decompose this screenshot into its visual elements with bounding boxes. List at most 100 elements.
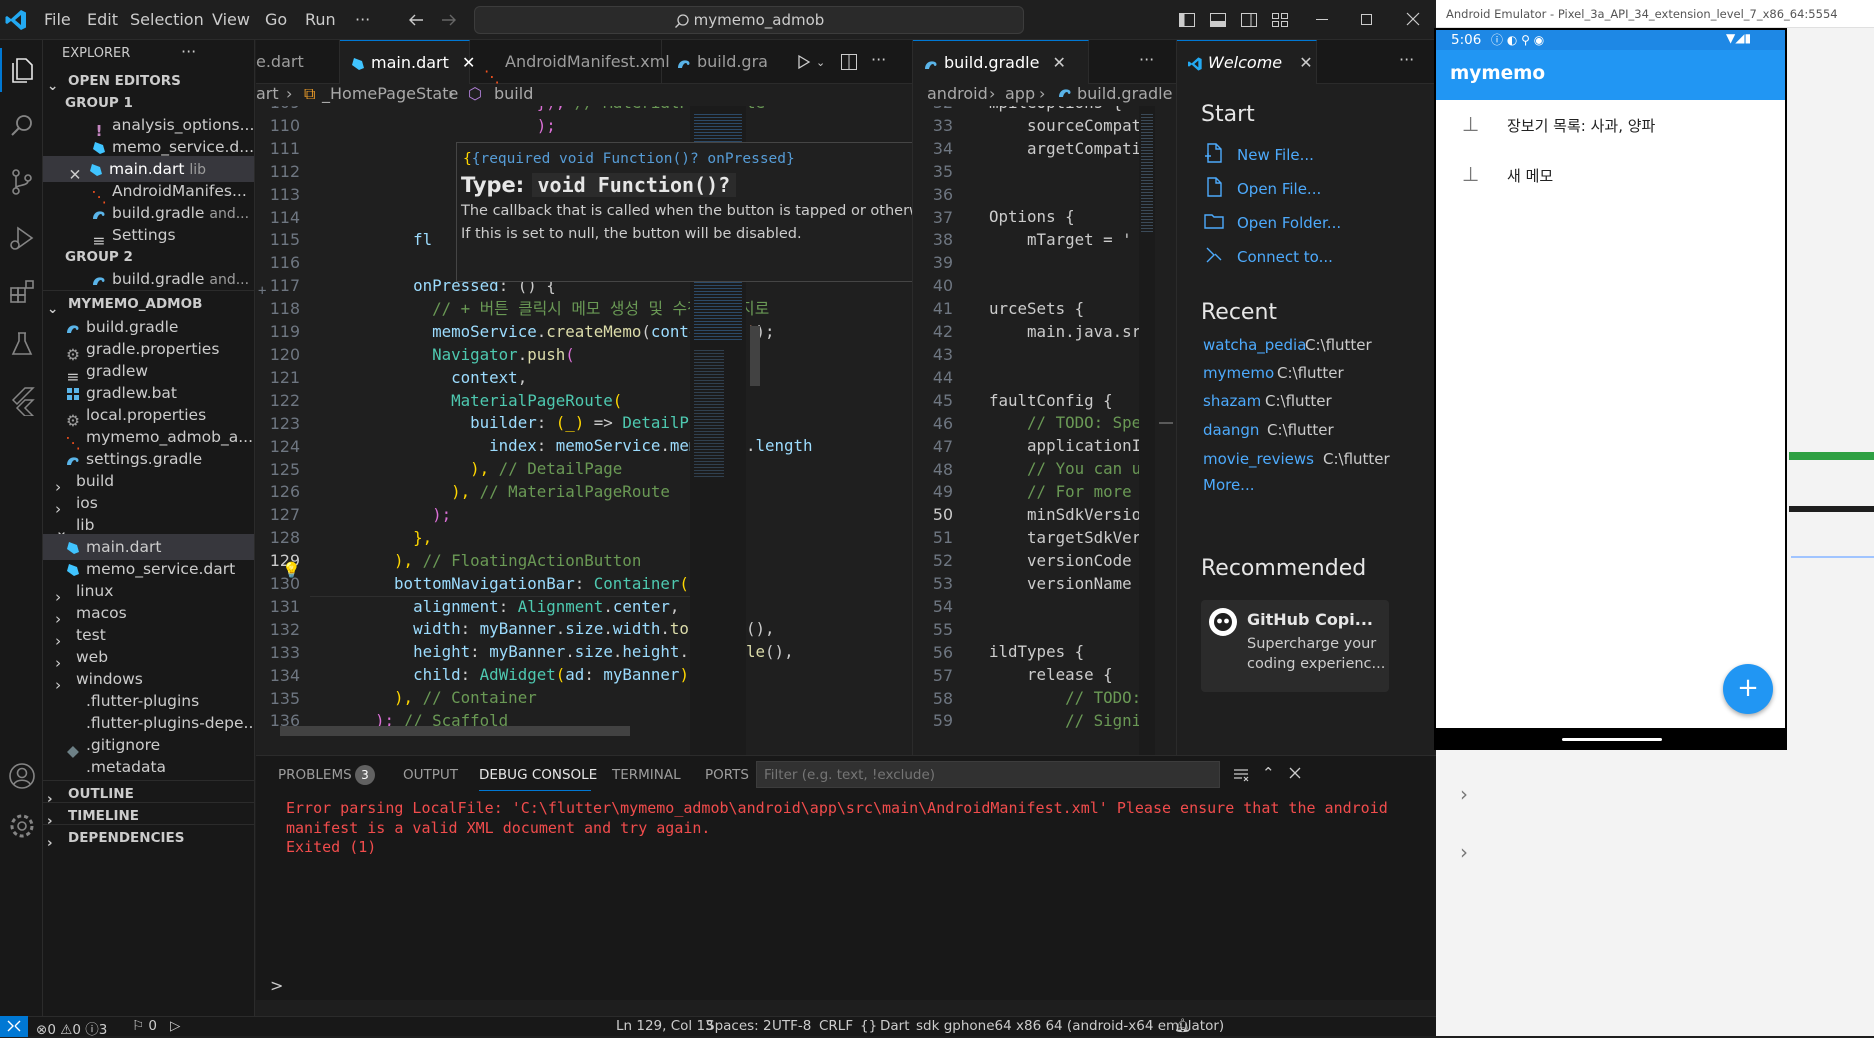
- home-gesture-handle[interactable]: [1562, 738, 1662, 741]
- customize-layout-icon[interactable]: [1271, 11, 1289, 29]
- lightbulb-icon[interactable]: 💡: [282, 561, 301, 579]
- maximize-panel-icon[interactable]: ⌃: [1262, 764, 1275, 782]
- close-window-icon[interactable]: [1405, 11, 1421, 27]
- menu-view[interactable]: View: [212, 10, 250, 29]
- search-icon[interactable]: [6, 110, 38, 142]
- more-actions-icon[interactable]: ···: [1399, 50, 1414, 69]
- menu-go[interactable]: Go: [265, 10, 287, 29]
- file-item[interactable]: .metadata: [43, 754, 254, 780]
- panel-tab-ports[interactable]: PORTS: [705, 767, 749, 783]
- panel-tab-output[interactable]: OUTPUT: [403, 767, 458, 783]
- tab-main-dart[interactable]: main.dart ✕: [340, 40, 475, 84]
- tab-android-manifest[interactable]: ⋱ AndroidManifest.xml: [470, 40, 670, 86]
- horizontal-scrollbar[interactable]: [280, 726, 630, 736]
- tab-build-gradle[interactable]: build.gra: [662, 40, 786, 84]
- notifications-bell-icon[interactable]: 🔔︎: [1174, 1018, 1191, 1034]
- clear-console-icon[interactable]: [1232, 766, 1250, 784]
- cursor-position[interactable]: Ln 129, Col 13: [616, 1018, 714, 1034]
- panel-tab-problems[interactable]: PROBLEMS: [278, 767, 352, 783]
- memo-list-item[interactable]: ⊥ 새 메모: [1436, 150, 1785, 200]
- more-actions-icon[interactable]: ···: [871, 50, 886, 69]
- open-folder-link[interactable]: Open Folder...: [1237, 214, 1341, 232]
- language-mode[interactable]: Dart: [880, 1018, 910, 1034]
- menu-edit[interactable]: Edit: [87, 10, 118, 29]
- recent-item-link[interactable]: watcha_pedia: [1203, 336, 1306, 354]
- encoding[interactable]: UTF-8: [772, 1018, 811, 1034]
- forward-arrow-icon[interactable]: [440, 11, 458, 29]
- add-memo-fab[interactable]: +: [1723, 664, 1773, 714]
- chevron-right-icon[interactable]: ›: [1460, 782, 1468, 806]
- menu-selection[interactable]: Selection: [130, 10, 204, 29]
- more-actions-icon[interactable]: ···: [1139, 50, 1154, 69]
- accounts-icon[interactable]: [6, 760, 38, 792]
- problems-status[interactable]: ⊗0 ⚠0 ⓘ3: [36, 1018, 107, 1038]
- open-editor-item[interactable]: build.gradle and...: [43, 266, 254, 292]
- source-control-icon[interactable]: [6, 166, 38, 198]
- chevron-right-icon[interactable]: ›: [1460, 840, 1468, 864]
- toggle-secondary-sidebar-icon[interactable]: [1240, 11, 1258, 29]
- toggle-sidebar-icon[interactable]: [1178, 11, 1196, 29]
- github-copilot-card[interactable]: GitHub Copi... Supercharge your coding e…: [1201, 600, 1389, 692]
- maximize-icon[interactable]: [1361, 14, 1372, 25]
- close-icon[interactable]: ✕: [67, 162, 83, 184]
- flutter-icon[interactable]: [6, 384, 38, 416]
- new-file-link[interactable]: New File...: [1237, 146, 1314, 164]
- tab-build-gradle-2[interactable]: build.gradle ✕: [913, 40, 1089, 84]
- tab-memo-service[interactable]: e.dart: [256, 40, 340, 84]
- minimize-icon[interactable]: [1316, 19, 1328, 20]
- dependencies-header[interactable]: › DEPENDENCIES: [43, 824, 254, 851]
- pin-icon[interactable]: ⊥: [1462, 112, 1479, 136]
- recent-item-link[interactable]: mymemo: [1203, 364, 1274, 382]
- recent-item-link[interactable]: shazam: [1203, 392, 1261, 410]
- menu-more[interactable]: ···: [355, 10, 370, 29]
- breadcrumb-item[interactable]: build: [494, 84, 533, 103]
- open-file-link[interactable]: Open File...: [1237, 180, 1321, 198]
- phone-screen[interactable]: 5:06 ⓘ ◐ ⚲ ◉ ▼◢▮ mymemo ⊥ 장보기 목록: 사과, 양파…: [1434, 28, 1787, 750]
- line-number: 58: [932, 688, 953, 708]
- pin-icon[interactable]: ⊥: [1462, 162, 1479, 186]
- remote-indicator[interactable]: [0, 1016, 28, 1037]
- minimap[interactable]: [1139, 106, 1155, 755]
- panel-tab-terminal[interactable]: TERMINAL: [612, 767, 681, 783]
- explorer-files-icon[interactable]: [6, 54, 38, 86]
- run-play-icon[interactable]: [796, 54, 812, 70]
- project-header[interactable]: ⌄ MYMEMO_ADMOB: [43, 290, 254, 317]
- debug-run-icon[interactable]: ▷: [170, 1018, 180, 1034]
- fold-plus-marker[interactable]: +: [258, 283, 266, 299]
- build-gradle-editor[interactable]: 3233 34 35 36 37 38 39 40 41 4243 44 45 46 47 48 49 50 51…: [912, 106, 1176, 755]
- panel-tab-debug-console[interactable]: DEBUG CONSOLE: [479, 767, 597, 783]
- tab-close-icon[interactable]: ✕: [1053, 53, 1066, 72]
- breadcrumb-item[interactable]: build.gradle: [1077, 84, 1172, 103]
- testing-flask-icon[interactable]: [6, 328, 38, 360]
- settings-gear-icon[interactable]: [6, 810, 38, 842]
- tab-close-icon[interactable]: ✕: [1299, 53, 1312, 72]
- run-debug-icon[interactable]: [6, 222, 38, 254]
- tab-welcome[interactable]: Welcome ✕: [1177, 40, 1317, 84]
- memo-list-item[interactable]: ⊥ 장보기 목록: 사과, 양파: [1436, 100, 1785, 150]
- recent-item-link[interactable]: movie_reviews: [1203, 450, 1314, 468]
- line-ending[interactable]: CRLF: [819, 1018, 853, 1034]
- menu-file[interactable]: File: [44, 10, 71, 29]
- menu-run[interactable]: Run: [305, 10, 336, 29]
- command-center[interactable]: mymemo_admob: [474, 6, 1024, 34]
- indentation[interactable]: Spaces: 2: [706, 1018, 772, 1034]
- console-prompt-icon[interactable]: >: [270, 976, 283, 995]
- recent-item-link[interactable]: daangn: [1203, 421, 1259, 439]
- breadcrumb-item[interactable]: android: [927, 84, 988, 103]
- breadcrumb-item[interactable]: _HomePageState: [322, 84, 458, 103]
- vertical-scrollbar[interactable]: [750, 326, 760, 386]
- breadcrumb-item[interactable]: art: [256, 84, 279, 103]
- close-panel-icon[interactable]: [1288, 766, 1302, 780]
- chevron-down-icon[interactable]: ⌄: [816, 56, 825, 69]
- code-line: versionName f: [989, 573, 1151, 593]
- back-arrow-icon[interactable]: [407, 11, 425, 29]
- breadcrumb-item[interactable]: app: [1005, 84, 1035, 103]
- split-editor-icon[interactable]: [840, 53, 858, 71]
- toggle-panel-icon[interactable]: [1209, 11, 1227, 29]
- explorer-more-button[interactable]: ···: [181, 42, 196, 61]
- extensions-icon[interactable]: [6, 276, 38, 308]
- ports-status[interactable]: ⚐ 0: [132, 1018, 157, 1034]
- more-recent-link[interactable]: More...: [1203, 476, 1255, 494]
- connect-to-link[interactable]: Connect to...: [1237, 248, 1333, 266]
- debug-filter-input[interactable]: [756, 761, 1220, 788]
